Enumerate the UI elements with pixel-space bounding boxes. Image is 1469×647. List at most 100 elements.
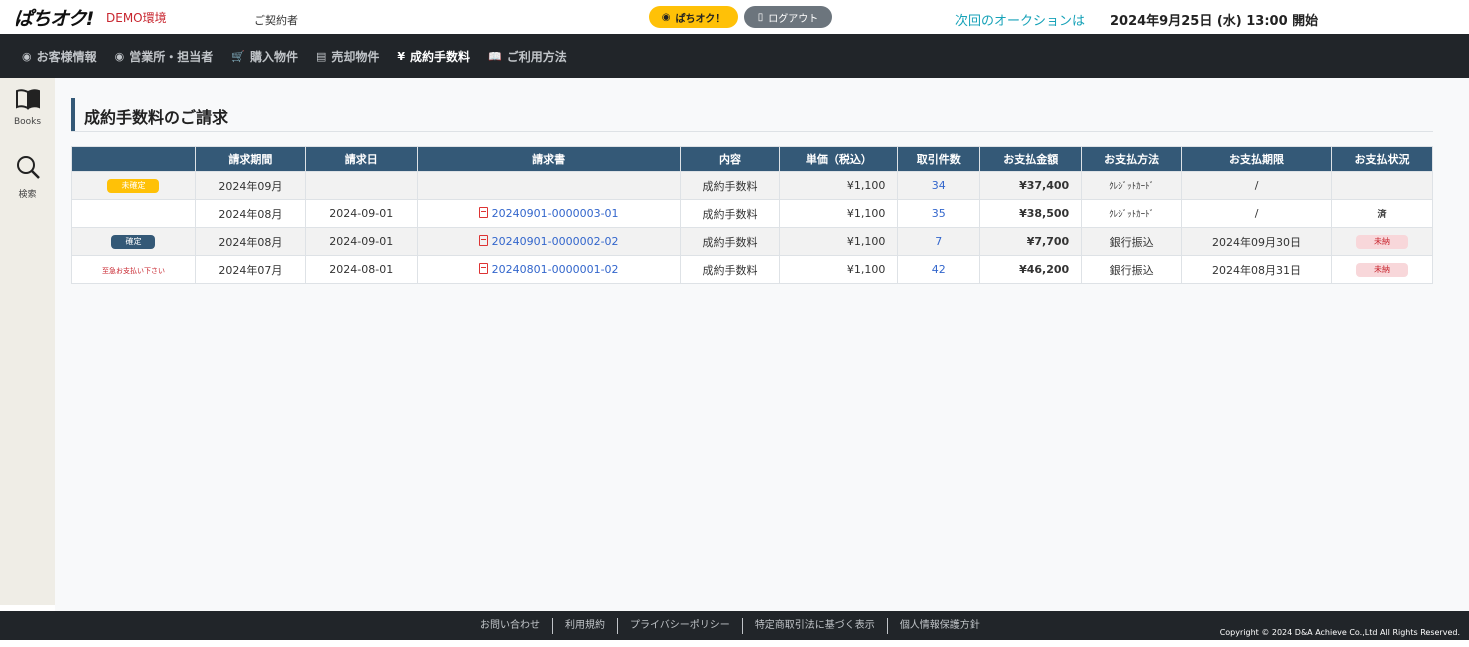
page-header: 成約手数料のご請求	[71, 98, 1433, 132]
urgent-payment-notice: 至急お支払い下さい	[101, 267, 165, 275]
status-cell	[71, 199, 196, 228]
nav-item-sold[interactable]: ▤ 売却物件	[316, 48, 379, 65]
user-circle-icon: ◉	[661, 11, 671, 23]
footer-links: お問い合わせ 利用規約 プライバシーポリシー 特定商取引法に基づく表示 個人情報…	[468, 618, 992, 634]
amount-cell: ¥37,400	[979, 171, 1083, 200]
invoice-number: 20240901-0000003-01	[491, 207, 619, 220]
nav-item-label: お客様情報	[36, 49, 97, 64]
column-header	[71, 146, 196, 172]
user-circle-icon: ◉	[114, 49, 125, 63]
column-header: お支払状況	[1330, 146, 1434, 172]
amount-cell: ¥38,500	[979, 199, 1083, 228]
column-header: お支払方法	[1081, 146, 1183, 172]
table-header-row: 請求期間 請求日 請求書 内容 単価（税込） 取引件数 お支払金額 お支払方法 …	[71, 146, 1434, 172]
logout-button[interactable]: ▯ ログアウト	[744, 6, 832, 28]
deadline-cell: 2024年09月30日	[1181, 227, 1332, 256]
method-cell: 銀行振込	[1081, 227, 1183, 256]
status-badge: 確定	[111, 235, 156, 249]
pdf-icon	[478, 263, 488, 274]
pdf-icon	[478, 207, 488, 218]
date-cell: 2024-08-01	[304, 255, 418, 284]
status-cell: 未確定	[71, 171, 196, 200]
invoice-link[interactable]: 20240901-0000003-01	[416, 199, 681, 228]
column-header: 請求日	[304, 146, 418, 172]
count-link[interactable]: 7	[897, 227, 981, 256]
nav-item-label: 購入物件	[249, 49, 298, 64]
title-accent-bar	[71, 98, 75, 131]
copyright: Copyright © 2024 D&A Achieve Co.,Ltd All…	[1219, 628, 1460, 637]
nav-item-label: 成約手数料	[410, 49, 471, 64]
content-cell: 成約手数料	[679, 227, 781, 256]
unit-price-cell: ¥1,100	[779, 255, 899, 284]
payment-status-cell: 済	[1330, 199, 1434, 228]
invoice-table: 請求期間 請求日 請求書 内容 単価（税込） 取引件数 お支払金額 お支払方法 …	[71, 146, 1434, 284]
sidebar-item-label: 検索	[18, 190, 37, 200]
main-content: 成約手数料のご請求 請求期間 請求日 請求書 内容 単価（税込） 取引件数 お支…	[55, 78, 1469, 611]
footer: お問い合わせ 利用規約 プライバシーポリシー 特定商取引法に基づく表示 個人情報…	[0, 611, 1469, 640]
nav-item-office-staff[interactable]: ◉ 営業所・担当者	[115, 48, 214, 65]
nav-item-purchased[interactable]: 🛒 購入物件	[231, 48, 298, 65]
deadline-cell: /	[1181, 171, 1332, 200]
period-cell: 2024年07月	[194, 255, 306, 284]
deadline-cell: 2024年08月31日	[1181, 255, 1332, 284]
book-icon: 📖	[488, 49, 502, 63]
period-cell: 2024年08月	[194, 199, 306, 228]
next-auction-label: 次回のオークションは	[955, 14, 1086, 29]
cart-icon: 🛒	[231, 49, 245, 63]
page-title: 成約手数料のご請求	[84, 108, 229, 127]
nav-item-label: ご利用方法	[506, 49, 567, 64]
nav-item-commission[interactable]: ¥ 成約手数料	[397, 48, 470, 65]
search-icon	[16, 156, 40, 179]
header: ぱちオク! DEMO環境 ご契約者 ◉ ぱちオク！ ▯ ログアウト 次回のオーク…	[0, 0, 1469, 34]
invoice-number: 20240801-0000001-02	[491, 263, 619, 276]
nav-item-label: 営業所・担当者	[129, 49, 214, 64]
next-auction-date: 2024年9月25日 (水) 13:00 開始	[1110, 14, 1319, 29]
nav-item-customer-info[interactable]: ◉ お客様情報	[22, 48, 97, 65]
invoice-cell	[416, 171, 681, 200]
content-cell: 成約手数料	[679, 171, 781, 200]
unit-price-cell: ¥1,100	[779, 171, 899, 200]
sidebar-item-search[interactable]: 検索	[0, 154, 55, 200]
column-header: 取引件数	[897, 146, 981, 172]
count-link[interactable]: 34	[897, 171, 981, 200]
table-row: 2024年08月 2024-09-01 20240901-0000003-01 …	[71, 199, 1434, 228]
column-header: 請求期間	[194, 146, 306, 172]
footer-link-commercial-law[interactable]: 特定商取引法に基づく表示	[741, 618, 887, 634]
content-cell: 成約手数料	[679, 255, 781, 284]
nav-item-label: 売却物件	[331, 49, 380, 64]
unpaid-badge: 未納	[1355, 235, 1408, 249]
period-cell: 2024年08月	[194, 227, 306, 256]
footer-link-personal-info[interactable]: 個人情報保護方針	[886, 618, 992, 634]
period-cell: 2024年09月	[194, 171, 306, 200]
column-header: お支払期限	[1181, 146, 1332, 172]
contractor-label: ご契約者	[254, 14, 298, 27]
footer-link-contact[interactable]: お問い合わせ	[468, 618, 552, 634]
archive-icon: ▤	[315, 49, 327, 63]
column-header: 請求書	[416, 146, 681, 172]
logo[interactable]: ぱちオク!	[14, 4, 94, 31]
footer-link-terms[interactable]: 利用規約	[552, 618, 617, 634]
date-cell: 2024-09-01	[304, 227, 418, 256]
table-row: 未確定 2024年09月 成約手数料 ¥1,100 34 ¥37,400 ｸﾚｼ…	[71, 171, 1434, 200]
amount-cell: ¥46,200	[979, 255, 1083, 284]
nav-item-usage-guide[interactable]: 📖 ご利用方法	[488, 48, 567, 65]
sidebar-item-books[interactable]: Books	[0, 88, 55, 127]
status-cell: 至急お支払い下さい	[71, 255, 196, 284]
amount-cell: ¥7,700	[979, 227, 1083, 256]
footer-link-privacy[interactable]: プライバシーポリシー	[617, 618, 742, 634]
invoice-number: 20240901-0000002-02	[491, 235, 619, 248]
count-link[interactable]: 35	[897, 199, 981, 228]
book-open-icon	[15, 89, 40, 110]
count-link[interactable]: 42	[897, 255, 981, 284]
status-badge: 未確定	[107, 179, 160, 193]
sidebar: Books 検索	[0, 78, 55, 605]
demo-label: DEMO環境	[106, 11, 167, 25]
invoice-link[interactable]: 20240801-0000001-02	[416, 255, 681, 284]
main-nav: ◉ お客様情報 ◉ 営業所・担当者 🛒 購入物件 ▤ 売却物件 ¥ 成約手数料 …	[0, 34, 1469, 78]
invoice-link[interactable]: 20240901-0000002-02	[416, 227, 681, 256]
logout-button-label: ログアウト	[768, 13, 819, 25]
date-cell: 2024-09-01	[304, 199, 418, 228]
pachioku-button[interactable]: ◉ ぱちオク！	[649, 6, 738, 28]
sidebar-item-label: Books	[13, 117, 42, 127]
date-cell	[304, 171, 418, 200]
